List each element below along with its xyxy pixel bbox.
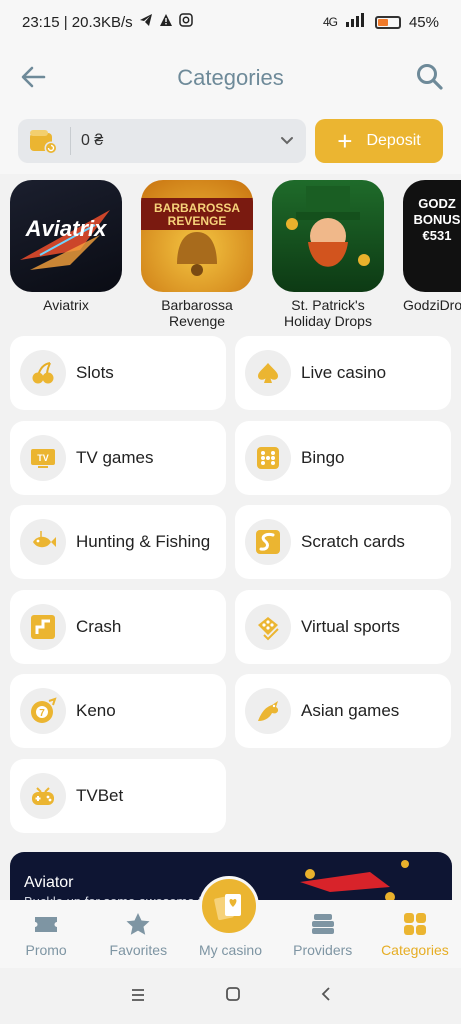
battery-level: 45% [408, 13, 439, 31]
nav-favorites[interactable]: Favorites [92, 900, 184, 968]
system-nav-bar [0, 968, 461, 1024]
category-label: Slots [76, 363, 114, 382]
wallet-icon [28, 127, 60, 155]
category-slots[interactable]: Slots [10, 336, 226, 410]
category-label: Bingo [301, 448, 345, 467]
game-art-text: BARBAROSSA REVENGE [153, 201, 240, 228]
nav-label: Promo [25, 942, 67, 958]
providers-icon [310, 912, 336, 936]
cards-icon[interactable] [199, 876, 259, 936]
network-type: 4G [322, 15, 338, 29]
nav-label: Providers [293, 942, 353, 958]
category-crash[interactable]: Crash [10, 590, 226, 664]
game-card-barbarossa[interactable]: BARBAROSSA REVENGE Barbarossa Revenge [141, 180, 253, 329]
status-time: 23:15 | 20.3KB/s [22, 13, 133, 31]
nav-label: Categories [381, 942, 449, 958]
plus-icon: + [337, 126, 353, 156]
scratch-icon [245, 519, 291, 565]
category-asian-games[interactable]: Asian games [235, 674, 451, 748]
nav-label: My casino [198, 942, 263, 958]
category-label: TV games [76, 448, 154, 467]
dragon-icon [245, 688, 291, 734]
game-thumbnail: Aviatrix [10, 180, 122, 292]
virtual-sports-icon [245, 604, 291, 650]
category-bingo[interactable]: Bingo [235, 421, 451, 495]
game-thumbnail: BARBAROSSA REVENGE [141, 180, 253, 292]
category-live-casino[interactable]: Live casino [235, 336, 451, 410]
game-name: Barbarossa Revenge [161, 297, 233, 329]
crash-icon [20, 604, 66, 650]
home-icon[interactable] [225, 985, 241, 1008]
category-virtual-sports[interactable]: Virtual sports [235, 590, 451, 664]
game-card-aviatrix[interactable]: Aviatrix Aviatrix [10, 180, 122, 313]
gamepad-icon [20, 773, 66, 819]
nav-categories[interactable]: Categories [369, 900, 461, 968]
status-bar: 23:15 | 20.3KB/s 4G 45% [0, 0, 461, 44]
grid-icon [402, 912, 428, 936]
game-card-godzidro[interactable]: GODZ BONUS €531 GodziDro Frenzy: S [403, 180, 461, 313]
category-tv-games[interactable]: TV TV games [10, 421, 226, 495]
chevron-down-icon [280, 133, 294, 149]
deposit-button[interactable]: + Deposit [315, 119, 443, 163]
game-art-text: GODZ BONUS €531 [413, 196, 461, 243]
game-thumbnail [272, 180, 384, 292]
category-scratch-cards[interactable]: Scratch cards [235, 505, 451, 579]
category-label: Keno [76, 701, 116, 720]
svg-text:TV: TV [37, 453, 49, 463]
tv-icon: TV [20, 435, 66, 481]
search-icon[interactable] [415, 62, 445, 92]
star-icon [125, 912, 151, 936]
category-label: Virtual sports [301, 617, 400, 636]
category-tvbet[interactable]: TVBet [10, 759, 226, 833]
nav-promo[interactable]: Promo [0, 900, 92, 968]
nav-label: Favorites [109, 942, 168, 958]
menu-icon[interactable] [130, 985, 146, 1008]
deposit-label: Deposit [366, 132, 421, 149]
cherry-icon [20, 350, 66, 396]
game-card-st-patricks[interactable]: St. Patrick's Holiday Drops [272, 180, 384, 329]
category-hunting-fishing[interactable]: Hunting & Fishing [10, 505, 226, 579]
category-label: Hunting & Fishing [76, 532, 211, 551]
game-name: St. Patrick's Holiday Drops [284, 297, 372, 329]
signal-icon [345, 13, 367, 31]
game-art-text: Aviatrix [25, 216, 107, 241]
category-label: Live casino [301, 363, 387, 382]
balance-selector[interactable]: 0 ₴ [18, 119, 306, 163]
balance-row: 0 ₴ + Deposit [0, 112, 461, 174]
page-title: Categories [177, 65, 284, 90]
instagram-icon [178, 13, 193, 31]
back-arrow-icon[interactable] [18, 62, 48, 92]
warning-icon [159, 13, 173, 31]
banner-title: Aviator [24, 874, 74, 891]
svg-text:7: 7 [39, 708, 45, 719]
bingo-icon [245, 435, 291, 481]
divider [70, 127, 71, 155]
spade-icon [245, 350, 291, 396]
category-label: Crash [76, 617, 122, 636]
back-icon[interactable] [320, 985, 332, 1008]
battery-icon [374, 15, 401, 29]
keno-icon: 7 [20, 688, 66, 734]
game-thumbnail: GODZ BONUS €531 [403, 180, 461, 292]
header: Categories [0, 44, 461, 112]
category-label: Asian games [301, 701, 400, 720]
telegram-icon [139, 13, 153, 31]
game-name: GodziDro Frenzy: S [403, 297, 461, 313]
ticket-icon [33, 912, 59, 936]
balance-value: 0 ₴ [81, 132, 104, 149]
games-carousel[interactable]: Aviatrix Aviatrix BARBAROSSA REVENGE Bar… [0, 174, 461, 330]
fish-icon [20, 519, 66, 565]
nav-providers[interactable]: Providers [277, 900, 369, 968]
category-label: TVBet [76, 786, 124, 805]
game-name: Aviatrix [43, 297, 89, 313]
category-keno[interactable]: 7 Keno [10, 674, 226, 748]
category-label: Scratch cards [301, 532, 405, 551]
